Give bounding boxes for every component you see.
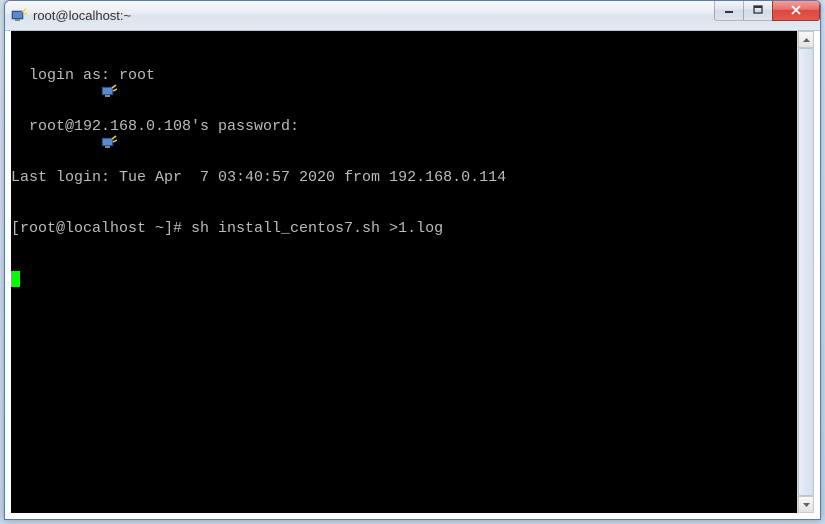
titlebar[interactable]: root@localhost:~ [5,1,820,31]
scrollbar[interactable] [797,31,814,513]
scroll-down-button[interactable] [798,496,814,513]
terminal-text: login as: root [29,67,155,84]
terminal-line: root@192.168.0.108's password: [11,118,797,135]
window-title: root@localhost:~ [33,8,820,23]
scroll-up-button[interactable] [798,31,814,48]
putty-icon [11,118,27,134]
terminal-text: root@192.168.0.108's password: [29,118,299,135]
terminal-line [11,271,797,288]
putty-icon [11,67,27,83]
terminal-line: Last login: Tue Apr 7 03:40:57 2020 from… [11,169,797,186]
close-button[interactable] [772,0,820,21]
client-area: login as: root root@192.168.0.108's pass… [11,31,814,513]
putty-icon [11,8,27,24]
terminal-line: login as: root [11,67,797,84]
terminal-text: [root@localhost ~]# sh install_centos7.s… [11,220,443,237]
maximize-button[interactable] [743,0,773,21]
scroll-track[interactable] [798,48,814,496]
terminal-line: [root@localhost ~]# sh install_centos7.s… [11,220,797,237]
window-controls [715,0,820,21]
terminal[interactable]: login as: root root@192.168.0.108's pass… [11,31,797,513]
window-frame: root@localhost:~ [4,0,821,520]
terminal-cursor [11,271,20,287]
minimize-button[interactable] [714,0,744,21]
scroll-thumb[interactable] [798,48,814,496]
terminal-text: Last login: Tue Apr 7 03:40:57 2020 from… [11,169,506,186]
